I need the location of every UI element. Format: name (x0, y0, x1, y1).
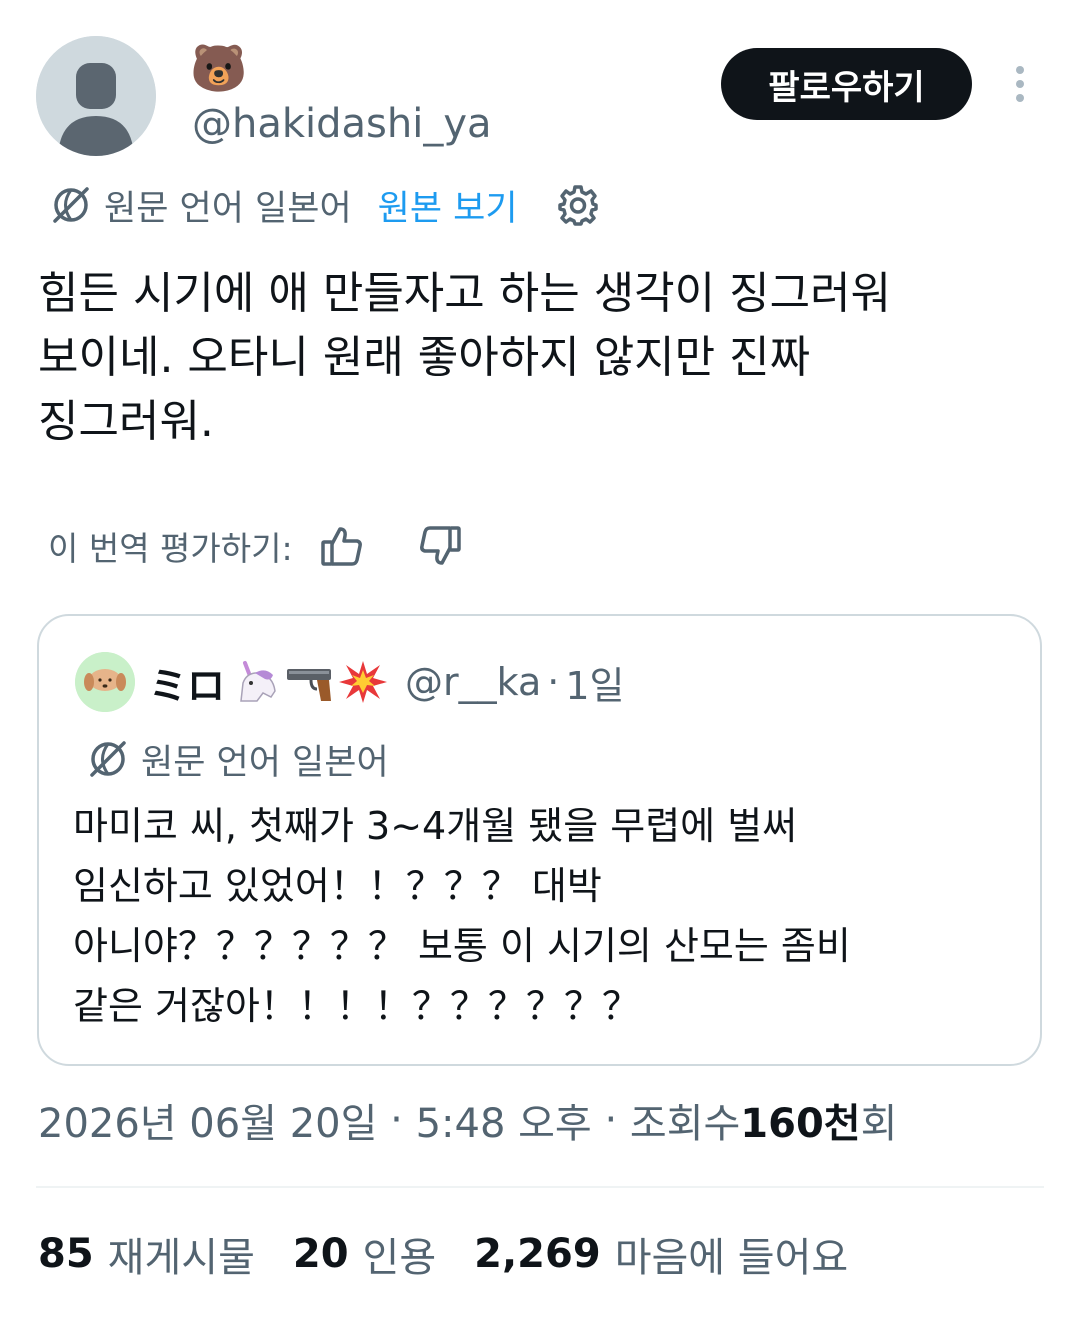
translation-info: 원문 언어 일본어 원본 보기 (50, 180, 600, 230)
quoted-author-name[interactable]: ミロ (149, 655, 225, 710)
views-suffix: 회 (860, 1101, 898, 1147)
quoted-author-avatar[interactable] (75, 652, 135, 712)
author-avatar[interactable] (36, 36, 156, 156)
pistol-icon (287, 669, 332, 701)
quotes-count: 20 (292, 1231, 349, 1277)
quotes-label: 인용 (362, 1235, 437, 1281)
author-handle[interactable]: @hakidashi_ya (192, 98, 492, 150)
meta-separator: · (377, 1097, 416, 1143)
thumbs-down-icon[interactable] (417, 523, 463, 569)
quoted-author-handle[interactable]: @r__ka (405, 660, 541, 704)
quoted-tweet-time[interactable]: 1일 (565, 655, 624, 710)
thumbs-up-icon[interactable] (319, 523, 365, 569)
reposts-count: 85 (38, 1231, 94, 1277)
meta-separator: · (591, 1097, 630, 1143)
collision-icon (339, 661, 388, 703)
reposts-label: 재게시물 (107, 1235, 255, 1281)
rate-translation: 이 번역 평가하기: (48, 520, 463, 572)
reposts-stat[interactable]: 85 재게시물 (38, 1225, 255, 1283)
likes-label: 마음에 들어요 (614, 1235, 849, 1281)
views-prefix: 조회수 (629, 1101, 741, 1147)
show-original-link[interactable]: 원본 보기 (378, 180, 518, 231)
quoted-translation-info: 원문 언어 일본어 (87, 734, 389, 784)
follow-button[interactable]: 팔로우하기 (721, 48, 972, 120)
quoted-tweet-text: 마미코 씨, 첫째가 3~4개월 됐을 무렵에 벌써 임신하고 있었어！！？？？… (73, 804, 851, 1028)
engagement-stats: 85 재게시물 20 인용 2,269 마음에 들어요 (38, 1226, 886, 1282)
tweet-meta: 2026년 06월 20일 · 5:48 오후 · 조회수 160천 회 (38, 1092, 897, 1148)
views-count: 160천 (740, 1101, 861, 1147)
gear-icon[interactable] (556, 183, 600, 227)
translate-globe-icon (53, 187, 89, 223)
translate-globe-icon (90, 741, 126, 777)
likes-stat[interactable]: 2,269 마음에 들어요 (474, 1225, 848, 1283)
tweet-date[interactable]: 2026년 06월 20일 (38, 1091, 377, 1149)
separator-dot: · (547, 660, 560, 704)
author-display-name[interactable]: 🐻 (190, 40, 247, 96)
translation-source-label: 원문 언어 일본어 (104, 188, 352, 229)
default-profile-icon (36, 36, 156, 156)
quoted-tweet-header: ミロ @r__ka · 1일 (75, 652, 625, 712)
divider (36, 1186, 1044, 1188)
more-options-icon[interactable] (1004, 62, 1036, 110)
tweet-text: 힘든 시기에 애 만들자고 하는 생각이 징그러워 보이네. 오타니 원래 좋아… (38, 268, 892, 447)
dog-avatar-icon (75, 652, 135, 712)
quotes-stat[interactable]: 20 인용 (293, 1225, 436, 1283)
likes-count: 2,269 (474, 1231, 601, 1277)
rate-translation-label: 이 번역 평가하기: (48, 529, 293, 568)
unicorn-icon (240, 661, 276, 702)
quoted-tweet-card[interactable]: ミロ @r__ka · 1일 원문 언어 일본어 마미코 씨, 첫째가 3~4개… (37, 614, 1042, 1066)
tweet-time[interactable]: 5:48 오후 (416, 1091, 592, 1149)
quoted-translation-source-label: 원문 언어 일본어 (141, 742, 389, 783)
